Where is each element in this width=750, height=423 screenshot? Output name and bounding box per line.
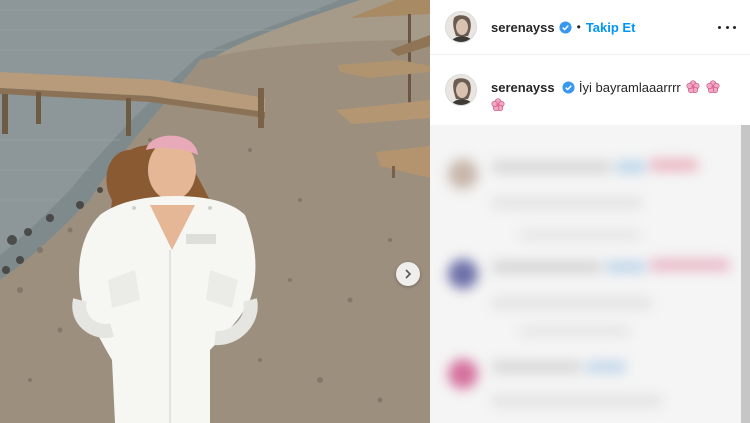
cherry-blossom-emoji-icon xyxy=(491,98,505,112)
comment-line xyxy=(492,261,602,273)
username[interactable]: serenayss xyxy=(491,20,555,35)
comment-line xyxy=(492,395,662,407)
post-header: serenayss • Takip Et xyxy=(430,0,750,55)
scrollbar[interactable] xyxy=(741,125,750,423)
more-options-button[interactable] xyxy=(718,18,736,36)
comment-avatar xyxy=(448,259,478,289)
comment-line xyxy=(616,161,646,173)
more-options-icon xyxy=(718,25,721,29)
comment-line xyxy=(586,361,626,373)
comment-avatar xyxy=(448,159,478,189)
comment-line xyxy=(606,261,646,273)
comment-line xyxy=(492,161,612,173)
cherry-blossom-emoji-icon xyxy=(686,80,700,94)
post-caption: serenayss İyi bayramlaaarrrr xyxy=(445,74,735,115)
follow-button[interactable]: Takip Et xyxy=(586,20,636,35)
carousel-next-button[interactable] xyxy=(396,262,420,286)
beach-scene xyxy=(0,0,430,423)
chevron-right-icon xyxy=(405,269,412,279)
separator-dot: • xyxy=(576,20,581,34)
caption-text: İyi bayramlaaarrrr xyxy=(578,80,681,95)
caption-avatar[interactable] xyxy=(445,74,477,106)
caption-username[interactable]: serenayss xyxy=(491,80,555,95)
comment-line xyxy=(520,325,630,337)
blurred-comments xyxy=(430,125,750,423)
profile-photo-icon xyxy=(446,12,476,42)
profile-photo-icon xyxy=(446,75,476,105)
comment-avatar xyxy=(448,359,478,389)
comment-line xyxy=(492,297,652,309)
comment-line xyxy=(650,259,730,271)
avatar[interactable] xyxy=(445,11,477,43)
comment-line xyxy=(492,197,642,209)
post-sidebar: serenayss • Takip Et serenayss İyi bayra… xyxy=(430,0,750,423)
caption-text-block: serenayss İyi bayramlaaarrrr xyxy=(491,74,720,115)
comment-line xyxy=(492,361,582,373)
verified-badge-icon xyxy=(559,20,572,34)
cherry-blossom-emoji-icon xyxy=(706,80,720,94)
comment-line xyxy=(650,159,698,171)
comment-line xyxy=(520,229,640,241)
verified-badge-icon xyxy=(562,81,575,94)
post-photo xyxy=(0,0,430,423)
blurred-comments-content xyxy=(430,125,750,423)
